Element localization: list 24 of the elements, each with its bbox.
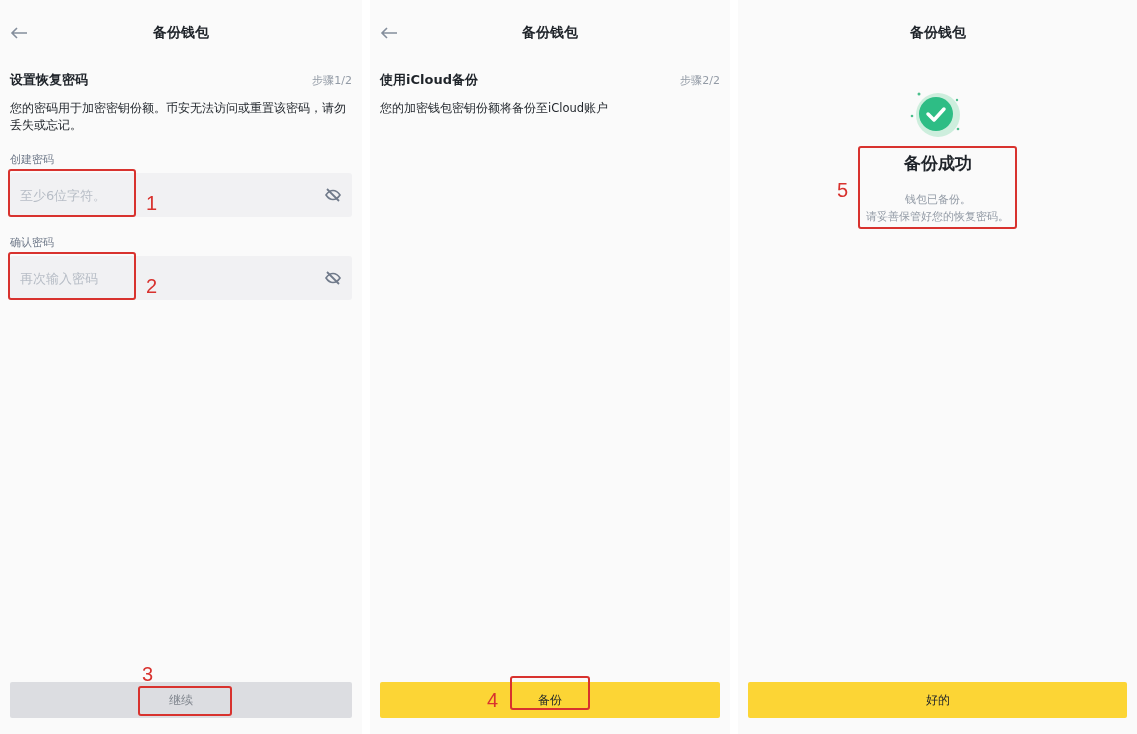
eye-slash-icon[interactable] (324, 188, 342, 202)
screen-title: 备份钱包 (521, 24, 579, 42)
back-arrow-icon[interactable] (380, 26, 398, 39)
annotation-number: 1 (146, 193, 158, 213)
success-message: 钱包已备份。 (904, 192, 971, 208)
description-text: 您的密码用于加密密钥份额。币安无法访问或重置该密码，请勿丢失或忘记。 (10, 100, 347, 134)
section-title: 使用iCloud备份 (380, 71, 478, 89)
success-title: 备份成功 (903, 152, 972, 175)
eye-slash-icon[interactable] (324, 271, 342, 285)
back-arrow-icon[interactable] (10, 26, 28, 39)
annotation-number: 3 (142, 664, 154, 684)
field-label: 确认密码 (10, 235, 55, 250)
annotation-number: 2 (146, 276, 158, 296)
description-text: 您的加密钱包密钥份额将备份至iCloud账户 (380, 100, 610, 117)
field-label: 创建密码 (10, 152, 55, 167)
screen-title: 备份钱包 (152, 24, 210, 42)
step-indicator: 步骤1/2 (312, 72, 352, 88)
success-message: 请妥善保管好您的恢复密码。 (866, 209, 1009, 225)
section-title: 设置恢复密码 (10, 71, 88, 89)
annotation-number: 5 (836, 179, 848, 200)
screen-title: 备份钱包 (908, 24, 967, 42)
step-indicator: 步骤2/2 (680, 72, 720, 88)
primary-button[interactable]: 好的 (748, 682, 1127, 718)
annotation-number: 4 (486, 689, 498, 710)
